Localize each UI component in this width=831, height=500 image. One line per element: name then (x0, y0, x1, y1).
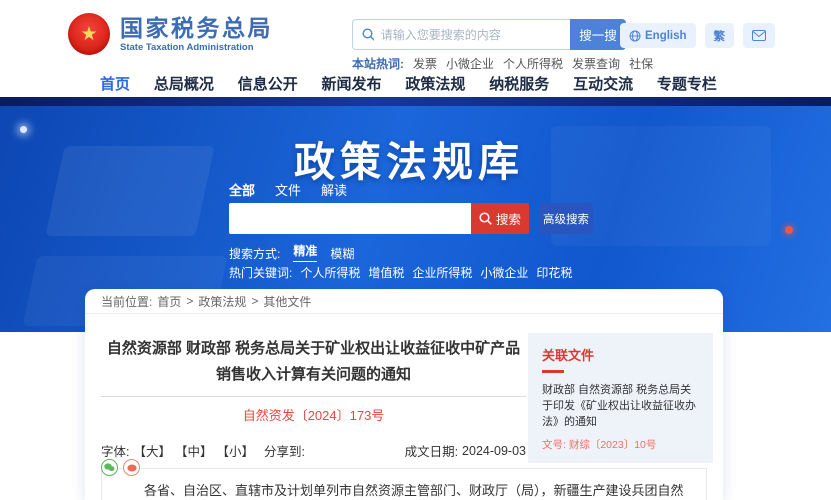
nav-item-interaction[interactable]: 互动交流 (573, 73, 633, 94)
banner-title: 政策法规库 (294, 128, 524, 188)
header-search-button[interactable]: 搜一搜 (570, 19, 626, 50)
site-subtitle: State Taxation Administration (120, 42, 273, 53)
breadcrumb-label: 当前位置: (101, 293, 152, 310)
document-number: 自然资发〔2024〕173号 (101, 405, 526, 424)
globe-icon (629, 30, 641, 42)
english-button[interactable]: English (620, 23, 696, 48)
search-mode-row: 搜索方式: 精准 模糊 (229, 242, 354, 262)
breadcrumb-separator: > (251, 294, 258, 308)
breadcrumb-home[interactable]: 首页 (157, 293, 181, 310)
banner-search: 搜索 高级搜索 (229, 203, 593, 234)
related-file-link[interactable]: 财政部 自然资源部 税务总局关于印发《矿业权出让收益征收办法》的通知 (542, 382, 699, 430)
advanced-search-button[interactable]: 高级搜索 (539, 203, 593, 234)
content-card: 当前位置: 首页 > 政策法规 > 其他文件 自然资源部 财政部 税务总局关于矿… (85, 289, 723, 500)
main-nav: 首页 总局概况 信息公开 新闻发布 政策法规 纳税服务 互动交流 专题专栏 (0, 70, 831, 97)
nav-item-information[interactable]: 信息公开 (238, 73, 298, 94)
font-medium-button[interactable]: 【中】 (175, 441, 213, 460)
mode-precise[interactable]: 精准 (293, 242, 317, 262)
nav-item-overview[interactable]: 总局概况 (154, 73, 214, 94)
header-search-box[interactable] (352, 19, 570, 50)
nav-item-tax-service[interactable]: 纳税服务 (489, 73, 549, 94)
related-files-panel: 关联文件 财政部 自然资源部 税务总局关于印发《矿业权出让收益征收办法》的通知 … (528, 333, 713, 463)
publish-date-label: 成文日期: (405, 441, 458, 460)
article-meta-row: 字体: 【大】 【中】 【小】 分享到: 成文日期: 2024-09-03 (101, 441, 526, 460)
keyword-link[interactable]: 企业所得税 (412, 264, 472, 281)
site-header: ★ 国家税务总局 State Taxation Administration 搜… (0, 0, 831, 70)
font-size-label: 字体: (101, 441, 129, 460)
related-doc-no: 财综〔2023〕10号 (569, 439, 657, 451)
header-utility-buttons: English 繁 (620, 23, 775, 48)
article-body: 各省、自治区、直辖市及计划单列市自然资源主管部门、财政厅（局），新疆生产建设兵团… (101, 468, 707, 500)
nav-item-home[interactable]: 首页 (100, 73, 130, 94)
related-title-underline (542, 370, 564, 373)
banner-light-dot (20, 126, 27, 133)
search-icon (362, 28, 374, 41)
share-icons (101, 459, 140, 476)
breadcrumb-current: 其他文件 (263, 293, 311, 310)
mode-fuzzy[interactable]: 模糊 (330, 245, 354, 262)
breadcrumb: 当前位置: 首页 > 政策法规 > 其他文件 (85, 289, 723, 314)
national-emblem-icon: ★ (68, 13, 110, 55)
font-small-button[interactable]: 【小】 (217, 441, 255, 460)
title-divider (101, 396, 526, 397)
banner-search-button[interactable]: 搜索 (471, 203, 529, 234)
site-title: 国家税务总局 (120, 16, 273, 40)
nav-divider-strip (0, 97, 831, 106)
header-search-input[interactable] (381, 28, 561, 42)
keyword-link[interactable]: 小微企业 (480, 264, 528, 281)
nav-item-news[interactable]: 新闻发布 (322, 73, 382, 94)
keyword-link[interactable]: 印花税 (536, 264, 572, 281)
publish-date: 2024-09-03 (462, 444, 526, 458)
nav-item-special[interactable]: 专题专栏 (657, 73, 717, 94)
hot-keywords-label: 热门关键词: (229, 264, 292, 281)
site-logo[interactable]: ★ 国家税务总局 State Taxation Administration (68, 13, 273, 55)
breadcrumb-separator: > (186, 294, 193, 308)
header-search: 搜一搜 (352, 19, 626, 50)
related-files-title: 关联文件 (542, 345, 699, 364)
article-title: 自然资源部 财政部 税务总局关于矿业权出让收益征收中矿产品销售收入计算有关问题的… (101, 336, 526, 388)
article-header: 自然资源部 财政部 税务总局关于矿业权出让收益征收中矿产品销售收入计算有关问题的… (101, 336, 526, 424)
search-mode-label: 搜索方式: (229, 245, 280, 262)
keyword-link[interactable]: 个人所得税 (300, 264, 360, 281)
related-doc-no-label: 文号: (542, 439, 566, 451)
mail-button[interactable] (743, 23, 775, 48)
weibo-share-icon[interactable] (123, 459, 140, 476)
hot-keywords-row: 热门关键词: 个人所得税 增值税 企业所得税 小微企业 印花税 (229, 264, 572, 281)
traditional-chinese-button[interactable]: 繁 (705, 23, 735, 48)
banner-search-input[interactable] (229, 203, 471, 234)
banner-decoration (45, 146, 214, 236)
wechat-share-icon[interactable] (101, 459, 118, 476)
article-body-text: 各省、自治区、直辖市及计划单列市自然资源主管部门、财政厅（局），新疆生产建设兵团… (118, 480, 690, 500)
search-icon (479, 212, 492, 225)
font-large-button[interactable]: 【大】 (133, 441, 171, 460)
nav-item-policy[interactable]: 政策法规 (405, 73, 465, 94)
share-label: 分享到: (264, 441, 305, 460)
banner-red-dot (785, 226, 793, 234)
keyword-link[interactable]: 增值税 (368, 264, 404, 281)
mail-icon (752, 30, 766, 41)
breadcrumb-policy[interactable]: 政策法规 (198, 293, 246, 310)
